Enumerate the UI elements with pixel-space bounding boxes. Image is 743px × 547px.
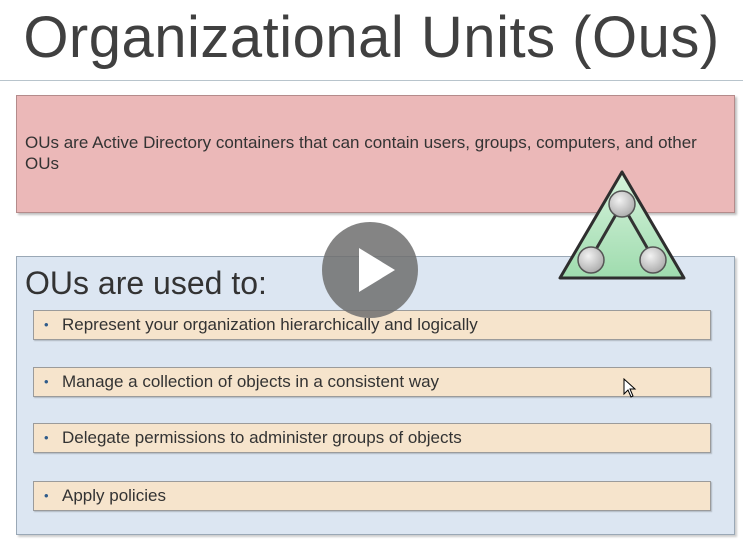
use-item-label: Represent your organization hierarchical… bbox=[62, 315, 478, 334]
bullet-icon: • bbox=[44, 488, 49, 503]
ou-hierarchy-triangle-svg bbox=[558, 170, 686, 280]
use-item-label: Manage a collection of objects in a cons… bbox=[62, 372, 440, 391]
slide-title: Organizational Units (Ous) bbox=[23, 5, 720, 70]
play-icon bbox=[359, 248, 395, 292]
title-divider bbox=[0, 80, 743, 81]
bullet-icon: • bbox=[44, 374, 49, 389]
bullet-icon: • bbox=[44, 317, 49, 332]
ou-hierarchy-triangle-icon bbox=[556, 168, 688, 284]
bullet-icon: • bbox=[44, 430, 49, 445]
use-item-label: Delegate permissions to administer group… bbox=[62, 428, 462, 447]
use-item-manage: • Manage a collection of objects in a co… bbox=[33, 367, 711, 397]
play-button[interactable] bbox=[322, 222, 418, 318]
uses-heading: OUs are used to: bbox=[25, 265, 267, 301]
use-item-delegate: • Delegate permissions to administer gro… bbox=[33, 423, 711, 453]
mouse-pointer-icon bbox=[623, 377, 637, 398]
use-item-policies: • Apply policies bbox=[33, 481, 711, 511]
presentation-slide: Organizational Units (Ous) OUs are Activ… bbox=[0, 0, 743, 547]
use-item-label: Apply policies bbox=[62, 486, 166, 505]
